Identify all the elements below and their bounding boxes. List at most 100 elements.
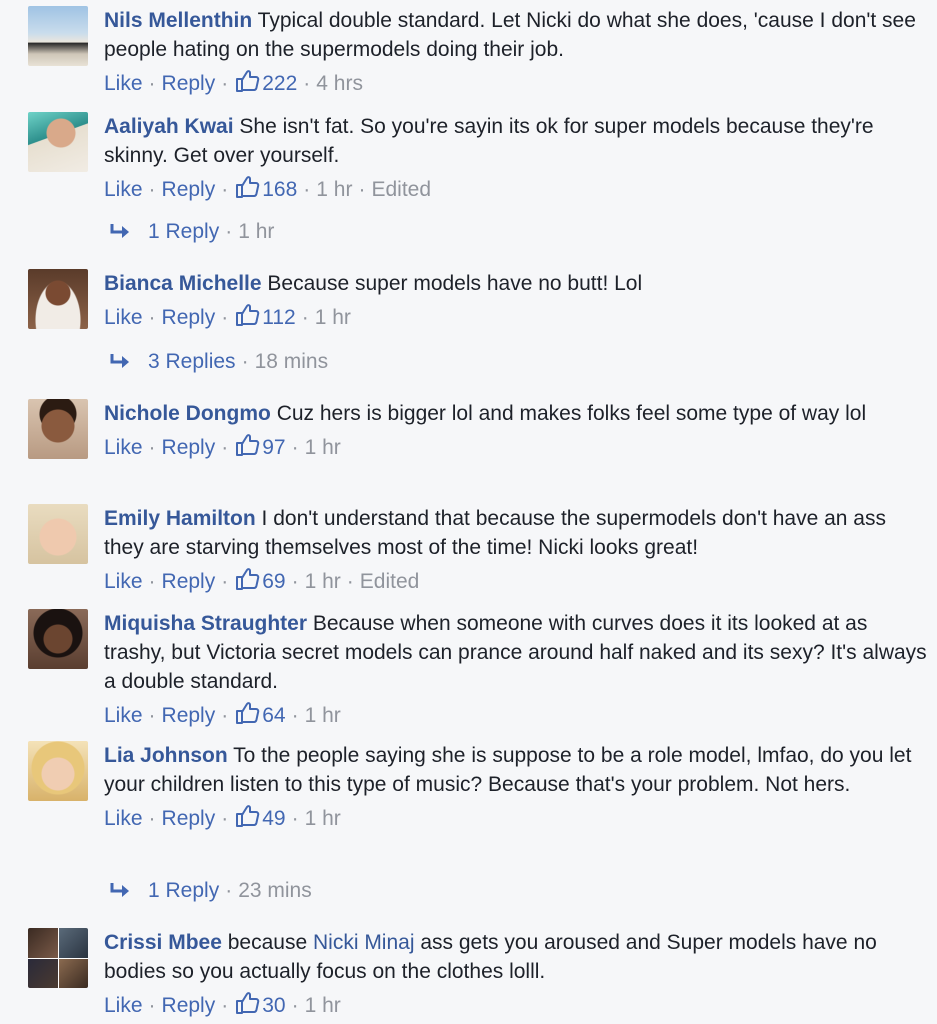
separator: ·: [301, 306, 309, 329]
reply-link[interactable]: Reply: [162, 436, 216, 459]
reply-link[interactable]: Reply: [162, 72, 216, 95]
separator: ·: [221, 807, 229, 830]
mention-link[interactable]: Nicki Minaj: [313, 931, 415, 954]
avatar[interactable]: [28, 269, 88, 329]
like-link[interactable]: Like: [104, 570, 143, 593]
avatar[interactable]: [28, 399, 88, 459]
reply-link[interactable]: Reply: [162, 994, 216, 1017]
thumbs-up-icon[interactable]: [234, 432, 260, 458]
thumbs-up-icon[interactable]: [234, 803, 260, 829]
comment-author[interactable]: Lia Johnson: [104, 744, 228, 767]
like-count[interactable]: 69: [262, 570, 285, 593]
separator: ·: [221, 704, 229, 727]
separator: ·: [148, 436, 156, 459]
edited-label[interactable]: Edited: [360, 570, 420, 593]
view-replies[interactable]: 3 Replies · 18 mins: [110, 348, 328, 376]
comment-text: Cuz hers is bigger lol and makes folks f…: [276, 402, 867, 425]
separator: ·: [148, 807, 156, 830]
comment-text: Because super models have no butt! Lol: [267, 272, 643, 295]
separator: ·: [291, 436, 299, 459]
separator: ·: [221, 72, 229, 95]
comment-author[interactable]: Miquisha Straughter: [104, 612, 307, 635]
reply-link[interactable]: Reply: [162, 306, 216, 329]
like-count[interactable]: 112: [262, 306, 295, 329]
comment-author[interactable]: Crissi Mbee: [104, 931, 222, 954]
reply-link[interactable]: Reply: [162, 178, 216, 201]
edited-label[interactable]: Edited: [371, 178, 431, 201]
like-count[interactable]: 30: [262, 994, 285, 1017]
separator: ·: [221, 306, 229, 329]
timestamp[interactable]: 1 hr: [305, 570, 341, 593]
timestamp[interactable]: 1 hr: [305, 436, 341, 459]
separator: ·: [291, 807, 299, 830]
thumbs-up-icon[interactable]: [234, 174, 260, 200]
like-link[interactable]: Like: [104, 306, 143, 329]
comment-author[interactable]: Aaliyah Kwai: [104, 115, 234, 138]
thumbs-up-icon[interactable]: [234, 302, 260, 328]
comment-author[interactable]: Emily Hamilton: [104, 507, 256, 530]
thumbs-up-icon[interactable]: [234, 990, 260, 1016]
view-replies[interactable]: 1 Reply · 23 mins: [110, 877, 312, 905]
avatar[interactable]: [28, 6, 88, 66]
separator: ·: [241, 350, 249, 373]
thumbs-up-icon[interactable]: [234, 700, 260, 726]
like-link[interactable]: Like: [104, 807, 143, 830]
avatar[interactable]: [28, 504, 88, 564]
separator: ·: [148, 570, 156, 593]
like-count[interactable]: 49: [262, 807, 285, 830]
like-count[interactable]: 97: [262, 436, 285, 459]
timestamp[interactable]: 1 hr: [305, 807, 341, 830]
like-count[interactable]: 168: [262, 178, 297, 201]
separator: ·: [148, 704, 156, 727]
reply-link[interactable]: Reply: [162, 807, 216, 830]
timestamp[interactable]: 4 hrs: [316, 72, 363, 95]
like-link[interactable]: Like: [104, 436, 143, 459]
separator: ·: [221, 570, 229, 593]
reply-link[interactable]: Reply: [162, 570, 216, 593]
separator: ·: [303, 178, 311, 201]
separator: ·: [346, 570, 354, 593]
timestamp[interactable]: 1 hr: [315, 306, 351, 329]
timestamp[interactable]: 1 hr: [305, 994, 341, 1017]
separator: ·: [225, 879, 233, 902]
like-link[interactable]: Like: [104, 994, 143, 1017]
timestamp[interactable]: 1 hr: [316, 178, 352, 201]
like-link[interactable]: Like: [104, 704, 143, 727]
replies-link[interactable]: 1 Reply: [148, 220, 219, 243]
like-count[interactable]: 64: [262, 704, 285, 727]
separator: ·: [291, 570, 299, 593]
separator: ·: [291, 704, 299, 727]
comment-feed: Nils Mellenthin Typical double standard.…: [0, 0, 937, 1024]
like-link[interactable]: Like: [104, 178, 143, 201]
reply-link[interactable]: Reply: [162, 704, 216, 727]
comment-author[interactable]: Nils Mellenthin: [104, 9, 252, 32]
separator: ·: [358, 178, 366, 201]
avatar[interactable]: [28, 609, 88, 669]
view-replies[interactable]: 1 Reply · 1 hr: [110, 218, 274, 246]
comment-author[interactable]: Nichole Dongmo: [104, 402, 271, 425]
separator: ·: [148, 306, 156, 329]
thumbs-up-icon[interactable]: [234, 566, 260, 592]
like-count[interactable]: 222: [262, 72, 297, 95]
separator: ·: [221, 178, 229, 201]
separator: ·: [148, 178, 156, 201]
thumbs-up-icon[interactable]: [234, 68, 260, 94]
like-link[interactable]: Like: [104, 72, 143, 95]
separator: ·: [148, 72, 156, 95]
reply-arrow-icon: [110, 883, 129, 897]
separator: ·: [303, 72, 311, 95]
avatar[interactable]: [28, 928, 88, 988]
separator: ·: [221, 436, 229, 459]
replies-timestamp: 1 hr: [238, 220, 275, 243]
reply-arrow-icon: [110, 224, 129, 238]
replies-link[interactable]: 3 Replies: [148, 350, 236, 373]
separator: ·: [225, 220, 233, 243]
separator: ·: [221, 994, 229, 1017]
timestamp[interactable]: 1 hr: [305, 704, 341, 727]
replies-timestamp: 18 mins: [254, 350, 329, 373]
avatar[interactable]: [28, 741, 88, 801]
reply-arrow-icon: [110, 354, 129, 368]
comment-author[interactable]: Bianca Michelle: [104, 272, 262, 295]
replies-link[interactable]: 1 Reply: [148, 879, 219, 902]
avatar[interactable]: [28, 112, 88, 172]
